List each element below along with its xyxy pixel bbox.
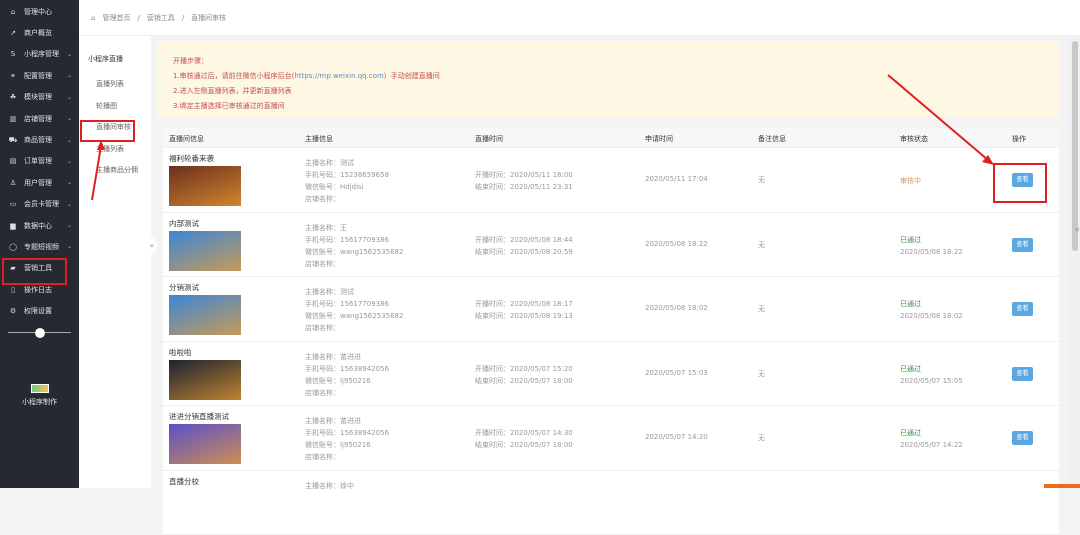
annotation-arrows	[0, 0, 1080, 488]
